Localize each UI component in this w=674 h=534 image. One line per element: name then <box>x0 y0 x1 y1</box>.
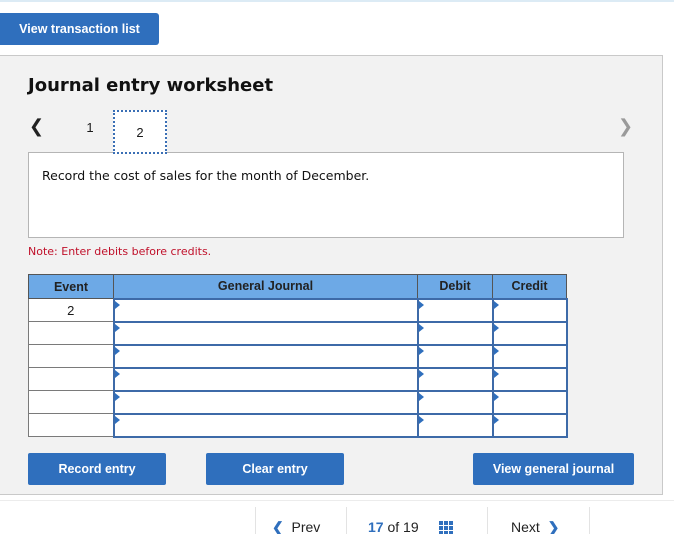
table-header-row: Event General Journal Debit Credit <box>28 274 567 299</box>
account-input[interactable] <box>114 391 417 413</box>
next-label: Next <box>511 519 540 534</box>
account-cell <box>112 343 419 369</box>
debit-input[interactable] <box>418 414 492 436</box>
event-cell: 2 <box>28 298 114 322</box>
debit-cell <box>416 412 494 438</box>
page-counter: 17 of 19 <box>368 507 453 534</box>
next-page-button[interactable]: Next ❯ <box>511 507 559 534</box>
tab-1[interactable]: 1 <box>80 120 100 135</box>
pager-separator <box>255 507 256 534</box>
event-cell <box>28 367 114 391</box>
clear-entry-button[interactable]: Clear entry <box>206 453 344 485</box>
table-row <box>28 412 568 438</box>
grid-icon[interactable] <box>438 521 453 534</box>
chevron-right-icon[interactable]: ❯ <box>618 116 633 137</box>
debit-input[interactable] <box>418 368 492 390</box>
credit-cell <box>491 412 568 438</box>
credit-cell <box>491 343 568 369</box>
chevron-right-icon: ❯ <box>547 519 560 534</box>
account-cell <box>112 320 419 346</box>
account-input[interactable] <box>114 345 417 367</box>
debit-credit-note: Note: Enter debits before credits. <box>28 245 212 258</box>
event-cell <box>28 390 114 414</box>
pager-separator <box>346 507 347 534</box>
tab-2-active[interactable]: 2 <box>113 110 167 154</box>
record-entry-button[interactable]: Record entry <box>28 453 166 485</box>
table-row <box>28 343 568 369</box>
top-border <box>0 0 674 2</box>
debit-input[interactable] <box>418 345 492 367</box>
debit-input[interactable] <box>418 299 492 321</box>
current-page: 17 <box>368 519 384 534</box>
account-input[interactable] <box>114 368 417 390</box>
credit-cell <box>491 297 568 323</box>
view-general-journal-button[interactable]: View general journal <box>473 453 634 485</box>
account-cell <box>112 366 419 392</box>
credit-input[interactable] <box>493 345 566 367</box>
prev-label: Prev <box>291 519 321 534</box>
journal-table: Event General Journal Debit Credit 2 <box>28 274 568 438</box>
debit-cell <box>416 297 494 323</box>
table-row <box>28 389 568 415</box>
chevron-left-icon[interactable]: ❮ <box>29 116 44 137</box>
footer-divider <box>0 500 674 501</box>
debit-cell <box>416 343 494 369</box>
credit-cell <box>491 389 568 415</box>
description-text: Record the cost of sales for the month o… <box>42 168 370 183</box>
account-cell <box>112 297 419 323</box>
account-cell <box>112 412 419 438</box>
debit-cell <box>416 320 494 346</box>
debit-input[interactable] <box>418 391 492 413</box>
table-row <box>28 320 568 346</box>
event-cell <box>28 344 114 368</box>
credit-input[interactable] <box>493 391 566 413</box>
event-cell <box>28 413 114 437</box>
column-general-journal: General Journal <box>113 274 418 299</box>
column-event: Event <box>28 274 114 299</box>
credit-cell <box>491 320 568 346</box>
account-input[interactable] <box>114 414 417 436</box>
description-box: Record the cost of sales for the month o… <box>28 152 624 238</box>
chevron-left-icon: ❮ <box>272 519 284 534</box>
account-cell <box>112 389 419 415</box>
prev-page-button[interactable]: ❮ Prev <box>272 507 320 534</box>
pager-separator <box>589 507 590 534</box>
pager-separator <box>487 507 488 534</box>
total-pages: 19 <box>403 519 419 534</box>
worksheet-title: Journal entry worksheet <box>28 75 274 96</box>
debit-cell <box>416 389 494 415</box>
credit-input[interactable] <box>493 299 566 321</box>
debit-input[interactable] <box>418 322 492 344</box>
column-credit: Credit <box>492 274 567 299</box>
credit-cell <box>491 366 568 392</box>
event-cell <box>28 321 114 345</box>
table-row <box>28 366 568 392</box>
debit-cell <box>416 366 494 392</box>
credit-input[interactable] <box>493 322 566 344</box>
view-transaction-list-button[interactable]: View transaction list <box>0 13 159 45</box>
table-row: 2 <box>28 297 568 323</box>
account-input[interactable] <box>114 322 417 344</box>
column-debit: Debit <box>417 274 493 299</box>
credit-input[interactable] <box>493 414 566 436</box>
account-input[interactable] <box>114 299 417 321</box>
credit-input[interactable] <box>493 368 566 390</box>
of-label: of <box>387 519 400 534</box>
